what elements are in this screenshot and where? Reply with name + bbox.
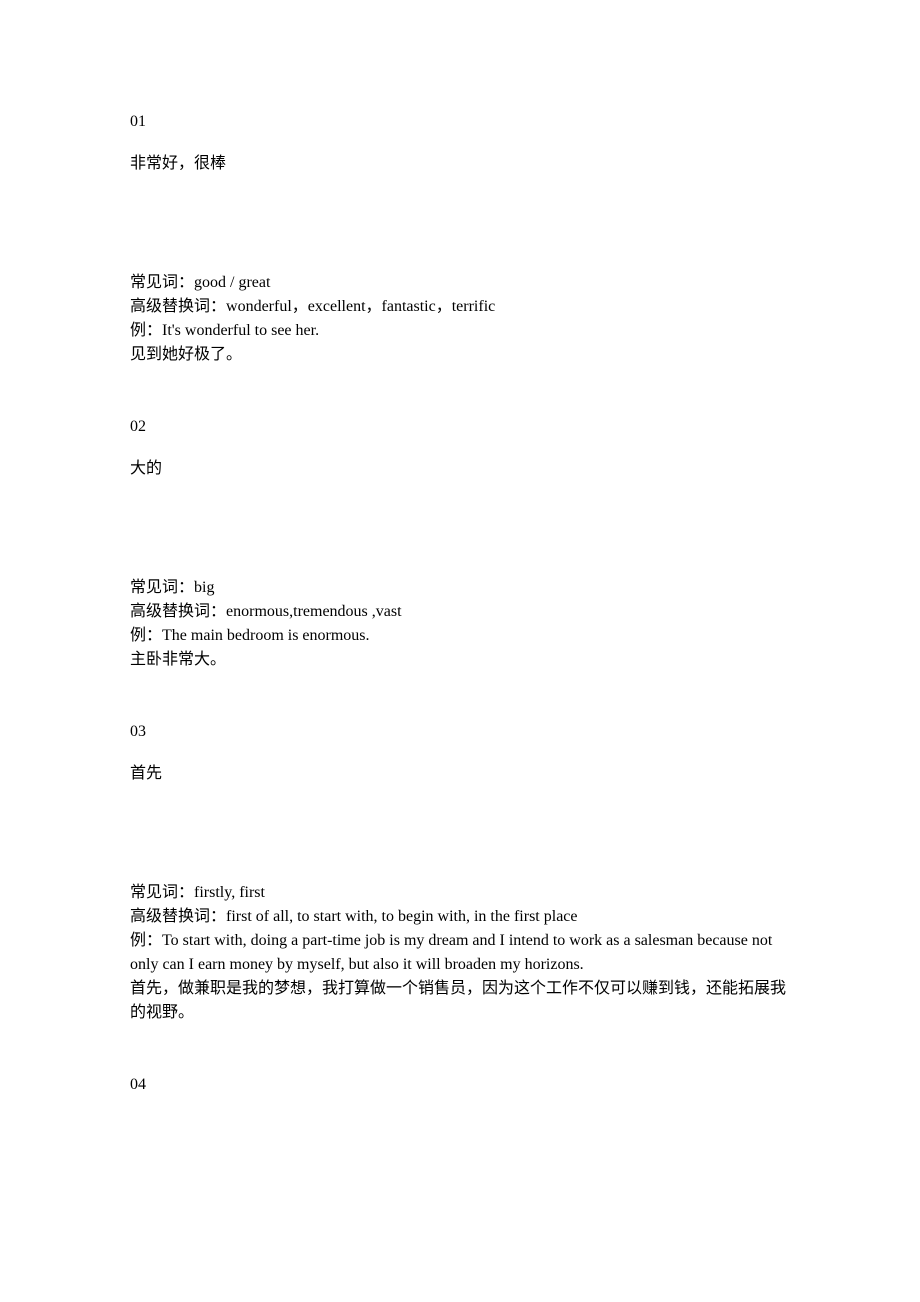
example-label: 例： (130, 322, 162, 339)
advanced-label: 高级替换词： (130, 908, 226, 925)
section-title: 首先 (130, 762, 790, 786)
common-words-line: 常见词：big (130, 576, 790, 600)
common-words: good / great (194, 274, 270, 291)
common-words: big (194, 579, 214, 596)
common-label: 常见词： (130, 579, 194, 596)
example-cn-line: 首先，做兼职是我的梦想，我打算做一个销售员，因为这个工作不仅可以赚到钱，还能拓展… (130, 977, 790, 1025)
common-words-line: 常见词：firstly, first (130, 881, 790, 905)
entry-02: 02 大的 常见词：big 高级替换词：enormous,tremendous … (130, 415, 790, 672)
advanced-label: 高级替换词： (130, 603, 226, 620)
content-block: 常见词：big 高级替换词：enormous,tremendous ,vast … (130, 576, 790, 672)
example-label: 例： (130, 932, 162, 949)
example-en-line: 例：The main bedroom is enormous. (130, 624, 790, 648)
example-cn-line: 主卧非常大。 (130, 648, 790, 672)
advanced-words-line: 高级替换词：wonderful，excellent，fantastic，terr… (130, 295, 790, 319)
example-en-line: 例：It's wonderful to see her. (130, 319, 790, 343)
section-number-next: 04 (130, 1073, 790, 1097)
entry-03: 03 首先 常见词：firstly, first 高级替换词：first of … (130, 720, 790, 1025)
advanced-words-line: 高级替换词：enormous,tremendous ,vast (130, 600, 790, 624)
common-label: 常见词： (130, 884, 194, 901)
advanced-words: wonderful，excellent，fantastic，terrific (226, 298, 495, 315)
section-number: 01 (130, 110, 790, 134)
example-en: It's wonderful to see her. (162, 322, 319, 339)
advanced-words: enormous,tremendous ,vast (226, 603, 402, 620)
section-title: 大的 (130, 457, 790, 481)
advanced-words-line: 高级替换词：first of all, to start with, to be… (130, 905, 790, 929)
example-en-line: 例：To start with, doing a part-time job i… (130, 929, 790, 977)
common-words: firstly, first (194, 884, 265, 901)
example-en: To start with, doing a part-time job is … (130, 932, 772, 973)
advanced-label: 高级替换词： (130, 298, 226, 315)
example-cn-line: 见到她好极了。 (130, 343, 790, 367)
common-words-line: 常见词：good / great (130, 271, 790, 295)
section-title: 非常好，很棒 (130, 152, 790, 176)
content-block: 常见词：good / great 高级替换词：wonderful，excelle… (130, 271, 790, 367)
entry-01: 01 非常好，很棒 常见词：good / great 高级替换词：wonderf… (130, 110, 790, 367)
section-number: 03 (130, 720, 790, 744)
content-block: 常见词：firstly, first 高级替换词：first of all, t… (130, 881, 790, 1025)
example-en: The main bedroom is enormous. (162, 627, 370, 644)
example-label: 例： (130, 627, 162, 644)
section-number: 02 (130, 415, 790, 439)
common-label: 常见词： (130, 274, 194, 291)
advanced-words: first of all, to start with, to begin wi… (226, 908, 577, 925)
